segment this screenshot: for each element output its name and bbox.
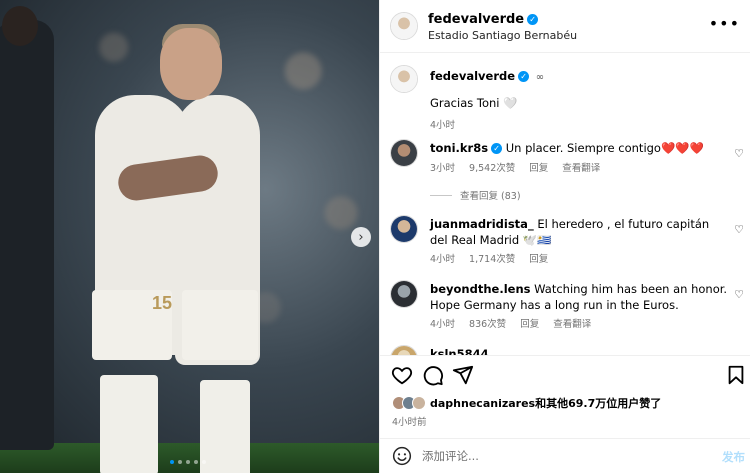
carousel-dot	[170, 460, 174, 464]
comments-list[interactable]: fedevalverde ✓ ∞ Gracias Toni 🤍 4小时 toni.…	[380, 53, 750, 355]
caption-time: 4小时	[430, 120, 456, 131]
verified-badge-icon: ✓	[518, 71, 530, 82]
reply-button[interactable]: 回复	[529, 160, 548, 174]
player-sock-right	[200, 380, 250, 473]
verified-badge-icon: ✓	[491, 143, 503, 154]
post-header: fedevalverde ✓ Estadio Santiago Bernabéu …	[380, 0, 750, 53]
post-actions-bar	[380, 355, 750, 393]
likes-summary: daphnecanizares和其他69.7万位用户赞了	[392, 394, 661, 412]
player-shorts-right	[182, 290, 258, 360]
verified-badge-icon: ✓	[527, 14, 539, 25]
author-username-row: fedevalverde ✓	[428, 12, 539, 27]
post-photo[interactable]: 15 ›	[0, 0, 379, 473]
comment-like-count[interactable]: 1,714次赞	[469, 251, 515, 265]
view-replies-button[interactable]: 查看回复 (83)	[430, 188, 521, 202]
emoji-icon[interactable]	[392, 446, 412, 466]
likes-count-text[interactable]: 和其他69.7万位用户赞了	[535, 397, 661, 410]
caption-author-username[interactable]: fedevalverde	[430, 69, 515, 83]
player-left-head	[2, 6, 38, 46]
commenter-username[interactable]: beyondthe.lens	[430, 282, 530, 296]
pitch-grass	[0, 443, 379, 473]
comment-icon[interactable]	[422, 364, 444, 386]
caption-text: Gracias Toni 🤍	[430, 96, 518, 110]
share-icon[interactable]	[452, 364, 474, 386]
carousel-dot	[194, 460, 198, 464]
like-comment-heart-icon[interactable]: ♡	[734, 223, 744, 236]
carousel-next-button[interactable]: ›	[351, 227, 371, 247]
commenter-avatar[interactable]	[390, 345, 418, 355]
comment-time: 3小时	[430, 163, 456, 174]
post-side-panel: fedevalverde ✓ Estadio Santiago Bernabéu …	[379, 0, 750, 473]
author-username[interactable]: fedevalverde	[428, 12, 524, 27]
carousel-dot	[186, 460, 190, 464]
like-comment-heart-icon[interactable]: ♡	[734, 147, 744, 160]
more-options-icon[interactable]: •••	[709, 14, 740, 33]
comment-like-count[interactable]: 9,542次赞	[469, 160, 515, 174]
post-comment-button[interactable]: 发布	[722, 449, 745, 465]
comment-input[interactable]	[422, 447, 702, 465]
commenter-avatar[interactable]	[390, 215, 418, 243]
comment-time: 4小时	[430, 254, 456, 265]
liker-avatar	[412, 396, 426, 410]
commenter-avatar[interactable]	[390, 280, 418, 308]
comment-text: Un placer. Siempre contigo❤️❤️❤️	[505, 141, 704, 155]
see-translation-button[interactable]: 查看翻译	[553, 316, 591, 330]
carousel-dot	[202, 460, 206, 464]
comment-like-count[interactable]: 836次赞	[469, 316, 506, 330]
reply-button[interactable]: 回复	[520, 316, 539, 330]
view-replies-label: 查看回复 (83)	[460, 191, 521, 202]
comment-time: 4小时	[430, 319, 456, 330]
bookmark-icon[interactable]	[725, 364, 747, 386]
reply-button[interactable]: 回复	[529, 251, 548, 265]
infinity-icon: ∞	[535, 72, 545, 83]
player-head	[160, 28, 222, 100]
see-translation-button[interactable]: 查看翻译	[562, 160, 600, 174]
carousel-dot	[178, 460, 182, 464]
post-location[interactable]: Estadio Santiago Bernabéu	[428, 29, 577, 42]
replies-divider-line	[430, 194, 452, 196]
add-comment-bar: 发布	[380, 438, 750, 473]
heart-icon[interactable]	[391, 364, 413, 386]
chevron-right-icon: ›	[358, 229, 364, 245]
commenter-username[interactable]: ksln5844	[430, 347, 489, 355]
author-avatar[interactable]	[390, 12, 418, 40]
post-timestamp[interactable]: 4小时前	[392, 414, 427, 428]
player-sock-left	[100, 375, 158, 473]
like-comment-heart-icon[interactable]: ♡	[734, 288, 744, 301]
commenter-username[interactable]: juanmadridista_	[430, 217, 534, 231]
commenter-avatar[interactable]	[390, 139, 418, 167]
jersey-number: 15	[152, 293, 173, 313]
liker-username[interactable]: daphnecanizares	[430, 397, 535, 410]
carousel-dots	[170, 460, 206, 464]
caption-author-avatar[interactable]	[390, 65, 418, 93]
player-left-silhouette	[0, 20, 54, 450]
commenter-username[interactable]: toni.kr8s	[430, 141, 488, 155]
